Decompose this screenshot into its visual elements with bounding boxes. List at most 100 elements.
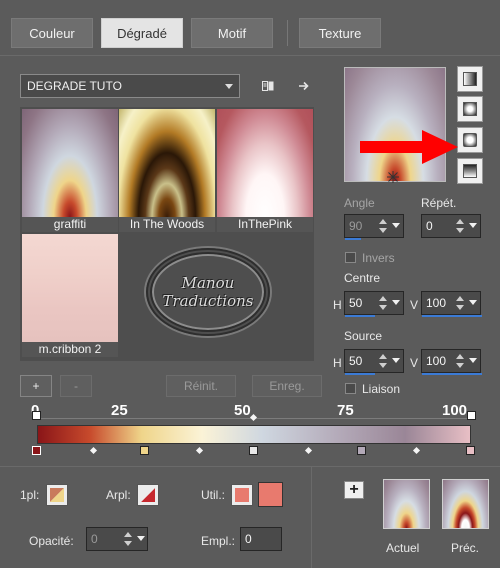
- gradient-thumb-label: m.cribbon 2: [22, 342, 118, 357]
- gradient-library-selected: DEGRADE TUTO: [27, 79, 122, 93]
- repeat-label: Répét.: [421, 196, 457, 210]
- scale-label: 50: [234, 402, 251, 419]
- repeat-spinner[interactable]: 0: [421, 214, 481, 238]
- spin-arrows-icon[interactable]: [455, 218, 465, 234]
- spin-arrows-icon[interactable]: [378, 295, 388, 311]
- reset-button[interactable]: Réinit.: [166, 375, 236, 397]
- save-button[interactable]: Enreg.: [252, 375, 322, 397]
- opacity-stop-marker[interactable]: [32, 411, 41, 420]
- color-stop-marker[interactable]: [32, 446, 41, 455]
- gradient-preview: [217, 109, 313, 217]
- radial-gradient-type-button[interactable]: [457, 158, 483, 184]
- opacity-midpoint-marker[interactable]: [249, 413, 258, 422]
- sunburst-gradient-type-button[interactable]: [457, 127, 483, 153]
- current-sample[interactable]: [383, 479, 430, 529]
- user-color-button[interactable]: [231, 484, 253, 506]
- center-v-label: V: [410, 298, 419, 312]
- color-stop-marker[interactable]: [357, 446, 366, 455]
- spin-arrows-icon[interactable]: [378, 218, 388, 234]
- spin-arrows-icon[interactable]: [378, 353, 388, 369]
- chevron-down-icon[interactable]: [469, 223, 477, 228]
- scale-label: 75: [337, 402, 354, 419]
- gradient-preview: [119, 109, 215, 217]
- color-midpoint-marker[interactable]: [304, 446, 313, 455]
- source-h-spinner[interactable]: 50: [344, 349, 404, 375]
- gradient-preview-large[interactable]: [344, 67, 446, 184]
- arrow-right-icon[interactable]: [296, 79, 312, 93]
- angle-value: 90: [349, 219, 363, 233]
- opacity-spinner[interactable]: 0: [86, 527, 148, 551]
- add-gradient-button[interactable]: +: [20, 375, 52, 397]
- opacity-value: 0: [91, 532, 98, 546]
- chevron-down-icon[interactable]: [469, 358, 477, 363]
- link-checkbox[interactable]: [345, 383, 356, 394]
- color-swatch-icon: [141, 488, 155, 502]
- chevron-down-icon[interactable]: [392, 300, 400, 305]
- source-v-spinner[interactable]: 100: [421, 349, 482, 375]
- color-stop-marker[interactable]: [140, 446, 149, 455]
- location-spinner[interactable]: 0: [240, 527, 282, 551]
- location-value: 0: [245, 532, 252, 546]
- red-arrow-icon: [360, 130, 458, 164]
- gradient-thumb-label: InThePink: [217, 217, 313, 232]
- source-h-value: 50: [349, 354, 363, 368]
- color-stop-marker[interactable]: [466, 446, 475, 455]
- chevron-down-icon[interactable]: [469, 300, 477, 305]
- previous-sample[interactable]: [442, 479, 489, 529]
- gradient-thumb-label: In The Woods: [119, 217, 215, 232]
- spin-arrows-icon[interactable]: [455, 295, 465, 311]
- gradient-thumb-label: graffiti: [22, 217, 118, 232]
- chevron-down-icon[interactable]: [137, 536, 145, 541]
- tab-degrade[interactable]: Dégradé: [101, 18, 183, 48]
- arpl-label: Arpl:: [106, 488, 131, 502]
- chevron-down-icon: [225, 84, 233, 89]
- gradient-thumb-in-the-woods[interactable]: In The Woods: [119, 109, 215, 232]
- center-h-spinner[interactable]: 50: [344, 291, 404, 317]
- color-stop-marker[interactable]: [249, 446, 258, 455]
- opacity-stop-marker[interactable]: [467, 411, 476, 420]
- source-v-value: 100: [426, 354, 447, 368]
- center-h-label: H: [333, 298, 342, 312]
- source-v-label: V: [410, 356, 419, 370]
- rectangular-gradient-type-button[interactable]: [457, 96, 483, 122]
- gradient-thumb-graffiti[interactable]: graffiti: [22, 109, 118, 232]
- watermark-line1: Manou: [181, 274, 235, 292]
- scale-label: 25: [111, 402, 128, 419]
- link-label: Liaison: [362, 382, 401, 396]
- center-v-value: 100: [426, 296, 447, 310]
- foreground-color-button[interactable]: [46, 484, 68, 506]
- linear-gradient-type-button[interactable]: [457, 66, 483, 92]
- rectangular-gradient-icon: [463, 102, 477, 116]
- background-color-button[interactable]: [137, 484, 159, 506]
- user-color-large-swatch[interactable]: [258, 482, 283, 507]
- slider-fill: [345, 373, 375, 375]
- angle-spinner[interactable]: 90: [344, 214, 404, 240]
- previous-sample-label: Préc.: [451, 541, 480, 555]
- gradient-library-dropdown[interactable]: DEGRADE TUTO: [20, 74, 240, 98]
- gradient-bar[interactable]: [37, 425, 471, 444]
- tab-texture[interactable]: Texture: [299, 18, 381, 48]
- angle-label: Angle: [344, 196, 375, 210]
- add-sample-button[interactable]: +: [344, 481, 364, 499]
- chevron-down-icon[interactable]: [392, 358, 400, 363]
- spin-arrows-icon[interactable]: [123, 531, 133, 547]
- center-crosshair-icon[interactable]: [386, 170, 400, 184]
- divider: [311, 467, 312, 568]
- color-midpoint-marker[interactable]: [412, 446, 421, 455]
- chevron-down-icon[interactable]: [392, 223, 400, 228]
- slider-fill: [345, 238, 361, 240]
- gradient-thumb-inthepink[interactable]: InThePink: [217, 109, 313, 232]
- invert-checkbox[interactable]: [345, 252, 356, 263]
- invert-label: Invers: [362, 251, 395, 265]
- center-v-spinner[interactable]: 100: [421, 291, 482, 317]
- tab-couleur[interactable]: Couleur: [11, 18, 93, 48]
- spin-arrows-icon[interactable]: [455, 353, 465, 369]
- source-label: Source: [344, 329, 383, 343]
- color-midpoint-marker[interactable]: [89, 446, 98, 455]
- open-library-icon[interactable]: [260, 79, 276, 93]
- tab-motif[interactable]: Motif: [191, 18, 273, 48]
- center-h-value: 50: [349, 296, 363, 310]
- remove-gradient-button[interactable]: -: [60, 375, 92, 397]
- gradient-thumb-mcribbon-2[interactable]: m.cribbon 2: [22, 234, 118, 357]
- color-midpoint-marker[interactable]: [195, 446, 204, 455]
